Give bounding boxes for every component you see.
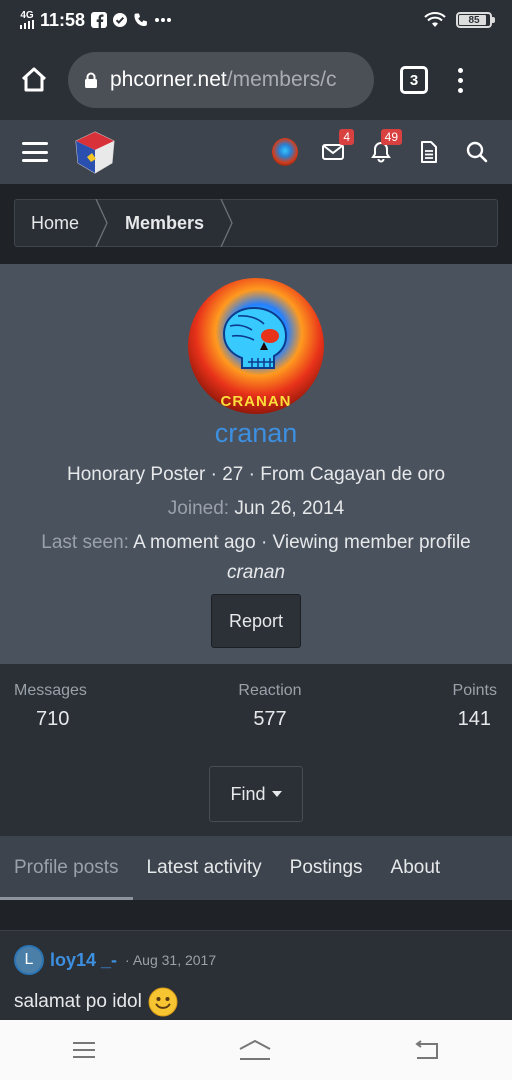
phone-call-icon [134, 13, 147, 27]
wifi-icon [424, 12, 446, 27]
profile-username[interactable]: cranan [0, 418, 512, 449]
inbox-badge: 4 [339, 129, 354, 145]
breadcrumb-section: Home Members [0, 184, 512, 264]
section-gap [0, 900, 512, 930]
recent-apps-icon[interactable] [71, 1040, 97, 1060]
stat-reaction[interactable]: Reaction 577 [230, 682, 310, 731]
profile-last-seen: Last seen: A moment ago · Viewing member… [0, 532, 512, 554]
profile-tabs: Profile posts Latest activity Postings A… [0, 836, 512, 900]
post-text: salamat po idol [14, 991, 142, 1012]
stat-points[interactable]: Points 141 [453, 682, 497, 731]
member-stats: Messages 710 Reaction 577 Points 141 Fin… [0, 664, 512, 836]
status-time: 11:58 [40, 9, 86, 30]
viewing-user[interactable]: cranan [0, 562, 512, 584]
profile-post: L loy14 _- · Aug 31, 2017 salamat po ido… [0, 930, 512, 1022]
messages-value: 710 [36, 708, 70, 730]
search-icon [466, 141, 488, 163]
status-bar: 4G 11:58 85 [0, 0, 512, 40]
breadcrumb: Home Members [14, 199, 498, 247]
url-path: /members/c [226, 68, 337, 91]
hamburger-menu-icon[interactable] [22, 142, 48, 162]
skull-graphic [222, 306, 288, 369]
find-label: Find [230, 783, 266, 804]
profile-info: Honorary Poster · 27 · From Cagayan de o… [66, 464, 446, 485]
home-icon [21, 67, 47, 92]
profile-card: CRANAN cranan Honorary Poster · 27 · Fro… [0, 264, 512, 664]
find-button[interactable]: Find [209, 766, 303, 822]
last-seen-label: Last seen: [41, 532, 129, 553]
more-notifications-icon [155, 18, 172, 22]
system-home-icon[interactable] [238, 1039, 272, 1061]
points-value: 141 [457, 708, 491, 730]
alerts-badge: 49 [380, 129, 402, 145]
profile-joined: Joined: Jun 26, 2014 [0, 498, 512, 520]
joined-label: Joined: [167, 498, 230, 519]
breadcrumb-members[interactable]: Members [109, 200, 220, 246]
network-indicator: 4G [20, 11, 34, 29]
smiley-emoji-icon [148, 987, 178, 1017]
browser-menu-icon[interactable] [458, 67, 463, 93]
breadcrumb-home[interactable]: Home [15, 200, 95, 246]
tab-about[interactable]: About [377, 836, 455, 900]
browser-home-button[interactable] [14, 60, 54, 100]
check-circle-icon [113, 13, 128, 27]
post-username[interactable]: loy14 _- [50, 950, 117, 971]
points-label: Points [452, 682, 497, 699]
caret-down-icon [271, 791, 282, 797]
tab-postings[interactable]: Postings [276, 836, 377, 900]
whats-new-button[interactable] [416, 139, 442, 165]
mail-icon [322, 144, 344, 160]
document-icon [421, 141, 437, 163]
search-button[interactable] [464, 139, 490, 165]
signal-icon [20, 20, 34, 29]
report-button[interactable]: Report [211, 594, 301, 648]
url-host: phcorner.net [110, 68, 227, 91]
joined-value: Jun 26, 2014 [234, 498, 345, 519]
tab-profile-posts[interactable]: Profile posts [0, 836, 133, 900]
battery-icon: 85 [456, 12, 495, 28]
messages-label: Messages [14, 682, 87, 699]
network-type: 4G [20, 10, 34, 21]
system-nav-bar [0, 1020, 512, 1080]
battery-level: 85 [468, 14, 480, 26]
site-logo[interactable] [72, 129, 118, 175]
lock-icon [85, 72, 97, 88]
post-header: L loy14 _- · Aug 31, 2017 [14, 945, 216, 975]
account-avatar-button[interactable] [272, 138, 298, 166]
post-date-text: Aug 31, 2017 [132, 952, 217, 968]
facebook-icon [91, 12, 108, 28]
breadcrumb-separator [220, 199, 233, 247]
post-date[interactable]: · Aug 31, 2017 [125, 952, 216, 968]
avatar-text: CRANAN [220, 393, 292, 410]
post-avatar[interactable]: L [14, 945, 44, 975]
tab-switcher-button[interactable]: 3 [400, 66, 428, 94]
post-body: salamat po idol [14, 987, 178, 1017]
browser-toolbar: phcorner.net/members/c 3 [0, 40, 512, 120]
alerts-button[interactable]: 49 [368, 129, 402, 165]
last-seen-value: A moment ago · Viewing member profile [133, 532, 471, 553]
url-bar[interactable]: phcorner.net/members/c [68, 52, 374, 108]
tab-latest-activity[interactable]: Latest activity [133, 836, 276, 900]
profile-avatar[interactable]: CRANAN [188, 278, 324, 414]
reaction-label: Reaction [238, 682, 302, 699]
system-back-icon[interactable] [413, 1040, 441, 1060]
stat-messages[interactable]: Messages 710 [14, 682, 87, 731]
reaction-value: 577 [253, 708, 287, 730]
site-header: 4 49 [0, 120, 512, 184]
breadcrumb-separator [95, 199, 108, 247]
inbox-button[interactable]: 4 [320, 129, 354, 165]
account-avatar [272, 138, 298, 166]
